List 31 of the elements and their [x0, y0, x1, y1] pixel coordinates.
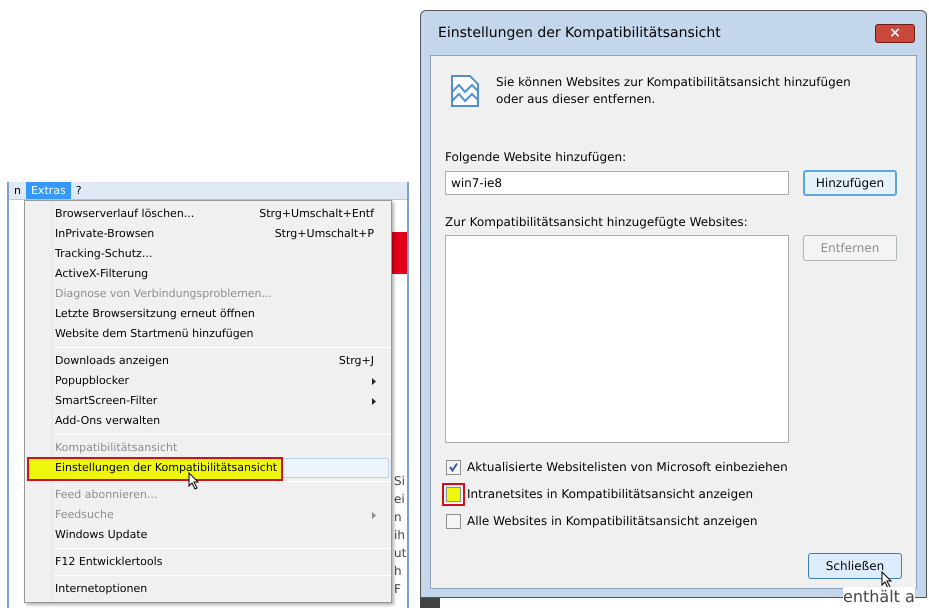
menu-item[interactable]: Downloads anzeigen Strg+J [27, 351, 389, 371]
check-icon [448, 462, 459, 472]
add-button[interactable]: Hinzufügen [803, 170, 897, 196]
website-input-field[interactable]: win7-ie8 [445, 171, 789, 195]
dialog-title: Einstellungen der Kompatibilitätsansicht [437, 24, 722, 42]
mouse-pointer-icon [881, 571, 893, 589]
checkbox-label: Intranetsites in Kompatibilitätsansicht anzeigen [467, 486, 754, 503]
menu-item[interactable]: InPrivate-Browsen Strg+Umschalt+P [27, 224, 389, 244]
checkbox-label: Alle Websites in Kompatibilitätsansicht anzeigen [467, 513, 758, 530]
menu-item[interactable]: Add-Ons verwalten [27, 411, 389, 431]
close-button[interactable]: × [875, 24, 915, 42]
menu-bar-item[interactable]: ? [70, 182, 87, 199]
menu-bar-item[interactable]: n [9, 182, 26, 199]
menu-item[interactable]: Browserverlauf löschen... Strg+Umschalt+Entf [27, 204, 389, 224]
menu-item[interactable]: Popupblocker [27, 371, 389, 391]
desktop-background [420, 598, 440, 608]
document-icon [450, 74, 480, 108]
checkbox[interactable] [446, 460, 461, 474]
field-label: Folgende Website hinzufügen: [445, 149, 628, 166]
menu-item[interactable]: Internetoptionen [27, 579, 389, 599]
menu-item[interactable]: Letzte Browsersitzung erneut öffnen [27, 304, 389, 324]
menu-item[interactable]: ActiveX-Filterung [27, 264, 389, 284]
menu-item[interactable]: Windows Update [27, 525, 389, 545]
intro-text: Sie können Websites zur Kompatibilitätsansicht hinzufügen oder aus dieser entfernen. [496, 74, 852, 108]
checkbox[interactable] [446, 514, 461, 528]
menu-item[interactable]: F12 Entwicklertools [27, 552, 389, 572]
menu-item[interactable]: Website dem Startmenü hinzufügen [27, 324, 389, 344]
checkbox-label: Aktualisierte Websitelisten von Microsoft einbeziehen [467, 459, 788, 476]
list-label: Zur Kompatibilitätsansicht hinzugefügte Websites: [445, 214, 749, 231]
menu-item[interactable]: SmartScreen-Filter [27, 391, 389, 411]
menu-item[interactable]: Tracking-Schutz... [27, 244, 389, 264]
